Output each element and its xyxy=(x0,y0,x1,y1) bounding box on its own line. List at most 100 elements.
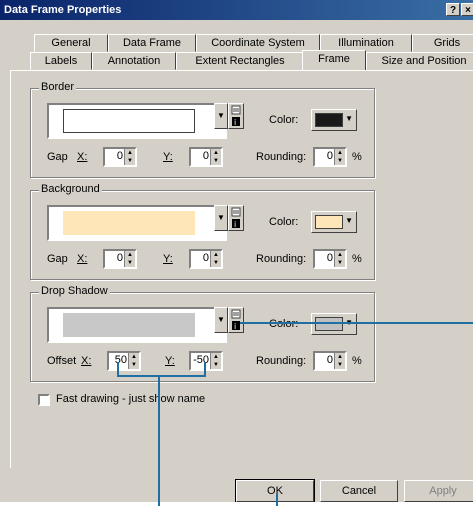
shadow-properties-button[interactable]: i xyxy=(228,307,244,333)
background-color-swatch xyxy=(315,215,343,229)
border-rounding-stepper[interactable]: 0 ▲ ▼ xyxy=(313,147,347,167)
background-rounding-value: 0 xyxy=(326,252,333,264)
spin-arrows-icon[interactable]: ▲ ▼ xyxy=(334,149,345,165)
border-gap-label: Gap xyxy=(47,151,68,163)
border-color-button[interactable]: ▼ xyxy=(311,109,357,131)
fast-drawing-label[interactable]: Fast drawing - just show name xyxy=(56,393,205,405)
shadow-rounding-label: Rounding: xyxy=(256,355,307,367)
window-title: Data Frame Properties xyxy=(4,4,122,16)
tab-general[interactable]: General xyxy=(34,34,108,52)
spin-arrows-icon[interactable]: ▲ ▼ xyxy=(128,353,139,369)
close-button[interactable]: × xyxy=(461,3,473,16)
svg-text:i: i xyxy=(234,220,236,229)
callout-line-y-tick xyxy=(204,362,206,376)
border-rounding-label: Rounding: xyxy=(256,151,307,163)
background-rounding-stepper[interactable]: 0 ▲ ▼ xyxy=(313,249,347,269)
border-gap-x-stepper[interactable]: 0 ▲ ▼ xyxy=(103,147,137,167)
shadow-color-button[interactable]: ▼ xyxy=(311,313,357,335)
ok-button[interactable]: OK xyxy=(235,479,315,503)
shadow-color-label: Color: xyxy=(269,318,299,330)
svg-text:i: i xyxy=(234,118,236,127)
border-gap-y-value: 0 xyxy=(202,150,209,162)
tab-annotation[interactable]: Annotation xyxy=(92,52,176,70)
chevron-down-icon: ▼ xyxy=(345,114,353,123)
background-x-label: X: xyxy=(77,253,88,265)
fast-drawing-checkbox[interactable] xyxy=(38,394,50,406)
callout-line-bracket xyxy=(117,375,206,377)
spin-arrows-icon[interactable]: ▲ ▼ xyxy=(124,149,135,165)
apply-button[interactable]: Apply xyxy=(404,480,473,502)
background-rounding-label: Rounding: xyxy=(256,253,307,265)
shadow-color-swatch xyxy=(315,317,343,331)
border-symbol-preview xyxy=(63,109,195,133)
background-properties-button[interactable]: i xyxy=(228,205,244,231)
border-x-label: X: xyxy=(77,151,88,163)
shadow-percent-label: % xyxy=(352,355,362,367)
symbol-properties-icon: i xyxy=(231,105,241,127)
border-gap-y-stepper[interactable]: 0 ▲ ▼ xyxy=(189,147,223,167)
shadow-rounding-value: 0 xyxy=(326,354,333,366)
border-symbol-box[interactable] xyxy=(47,103,227,139)
spin-arrows-icon[interactable]: ▲ ▼ xyxy=(334,251,345,267)
button-bar: OK Cancel Apply xyxy=(0,468,473,506)
border-properties-button[interactable]: i xyxy=(228,103,244,129)
shadow-offset-y-value: -50 xyxy=(193,354,209,366)
callout-line-offset-stem xyxy=(158,376,160,506)
chevron-down-icon: ▼ xyxy=(345,216,353,225)
spin-arrows-icon[interactable]: ▲ ▼ xyxy=(210,353,221,369)
title-bar: Data Frame Properties ? × xyxy=(0,0,473,20)
border-group: Border ▼ i Color: ▼ Gap X: 0 ▲ ▼ Y: 0 ▲ ▼ … xyxy=(30,81,375,178)
cancel-button[interactable]: Cancel xyxy=(320,480,398,502)
shadow-symbol-preview xyxy=(63,313,195,337)
background-color-label: Color: xyxy=(269,216,299,228)
shadow-offset-y-stepper[interactable]: -50 ▲ ▼ xyxy=(189,351,223,371)
tab-extent-rectangles[interactable]: Extent Rectangles xyxy=(176,52,304,70)
shadow-symbol-box[interactable] xyxy=(47,307,227,343)
border-dropdown-arrow-icon[interactable]: ▼ xyxy=(214,103,228,129)
background-color-button[interactable]: ▼ xyxy=(311,211,357,233)
tab-grids[interactable]: Grids xyxy=(412,34,473,52)
spin-arrows-icon[interactable]: ▲ ▼ xyxy=(210,251,221,267)
tab-data-frame[interactable]: Data Frame xyxy=(108,34,196,52)
tab-size-and-position[interactable]: Size and Position xyxy=(366,52,473,70)
border-color-label: Color: xyxy=(269,114,299,126)
shadow-offset-label: Offset xyxy=(47,355,77,367)
border-rounding-value: 0 xyxy=(326,150,333,162)
spin-arrows-icon[interactable]: ▲ ▼ xyxy=(210,149,221,165)
svg-text:i: i xyxy=(234,322,236,331)
background-group-label: Background xyxy=(39,183,102,195)
background-gap-x-stepper[interactable]: 0 ▲ ▼ xyxy=(103,249,137,269)
background-y-label: Y: xyxy=(163,253,173,265)
shadow-y-label: Y: xyxy=(165,355,175,367)
help-button[interactable]: ? xyxy=(446,3,460,16)
spin-arrows-icon[interactable]: ▲ ▼ xyxy=(124,251,135,267)
callout-line-x-tick xyxy=(117,362,119,376)
background-symbol-box[interactable] xyxy=(47,205,227,241)
symbol-properties-icon: i xyxy=(231,309,241,331)
shadow-x-label: X: xyxy=(81,355,92,367)
callout-line-symbol xyxy=(240,322,473,324)
data-frame-properties-dialog: Data Frame Properties ? × General Data F… xyxy=(0,0,473,480)
shadow-dropdown-arrow-icon[interactable]: ▼ xyxy=(214,307,228,333)
drop-shadow-group: Drop Shadow ▼ i Color: ▼ Offset X: 50 ▲▼… xyxy=(30,285,375,382)
drop-shadow-group-label: Drop Shadow xyxy=(39,285,110,297)
background-gap-label: Gap xyxy=(47,253,68,265)
border-percent-label: % xyxy=(352,151,362,163)
shadow-offset-x-stepper[interactable]: 50 ▲ ▼ xyxy=(107,351,141,371)
background-group: Background ▼ i Color: ▼ Gap X: 0 ▲ ▼ Y: 0… xyxy=(30,183,375,280)
tab-frame[interactable]: Frame xyxy=(302,50,366,70)
background-symbol-preview xyxy=(63,211,195,235)
shadow-rounding-stepper[interactable]: 0 ▲ ▼ xyxy=(313,351,347,371)
background-gap-y-stepper[interactable]: 0 ▲ ▼ xyxy=(189,249,223,269)
border-y-label: Y: xyxy=(163,151,173,163)
bottom-edge xyxy=(0,502,473,506)
spin-arrows-icon[interactable]: ▲ ▼ xyxy=(334,353,345,369)
border-color-swatch xyxy=(315,113,343,127)
border-group-label: Border xyxy=(39,81,77,93)
background-gap-x-value: 0 xyxy=(116,252,123,264)
tab-labels[interactable]: Labels xyxy=(30,52,92,70)
background-gap-y-value: 0 xyxy=(202,252,209,264)
background-dropdown-arrow-icon[interactable]: ▼ xyxy=(214,205,228,231)
background-percent-label: % xyxy=(352,253,362,265)
callout-line-ok xyxy=(276,494,278,506)
